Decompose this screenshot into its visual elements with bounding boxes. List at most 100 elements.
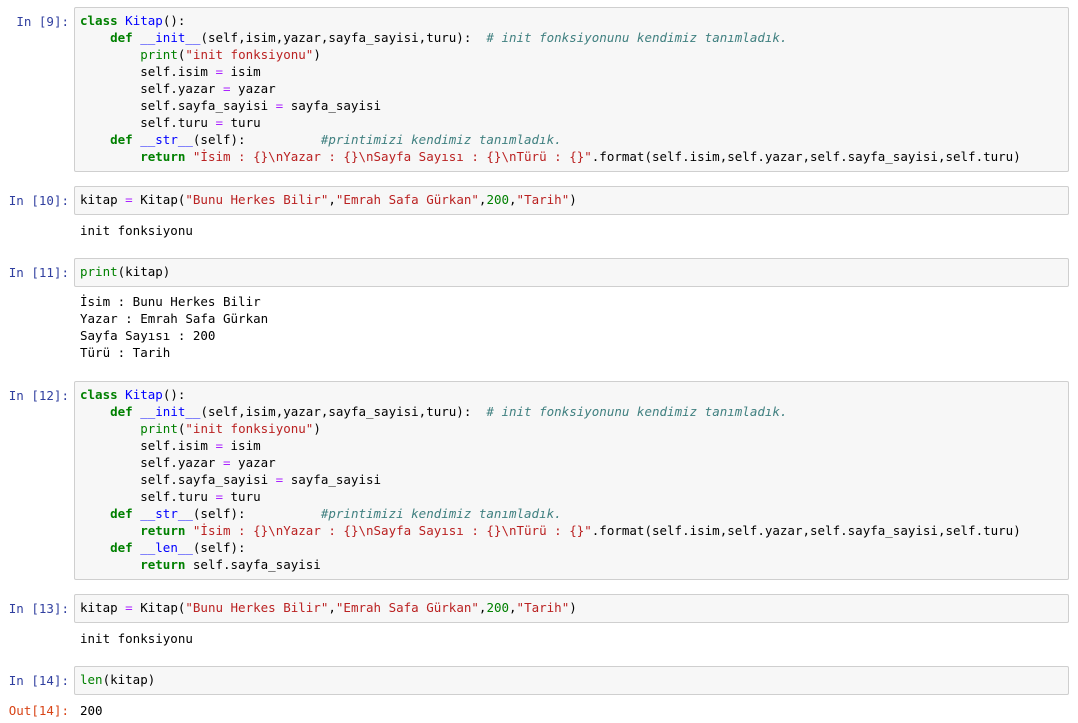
- code-text[interactable]: class Kitap(): def __init__(self,isim,ya…: [80, 386, 1021, 573]
- code-token: def: [110, 404, 133, 419]
- code-text[interactable]: len(kitap): [80, 671, 155, 688]
- code-token: "Bunu Herkes Bilir": [185, 600, 329, 615]
- code-token: =: [125, 192, 133, 207]
- code-token: self.sayfa_sayisi: [80, 98, 276, 113]
- code-text[interactable]: class Kitap(): def __init__(self,isim,ya…: [80, 12, 1021, 165]
- output-line: Yazar : Emrah Safa Gürkan: [80, 311, 269, 326]
- code-token: .format(self.isim,self.yazar,self.sayfa_…: [591, 149, 1021, 164]
- code-editor[interactable]: class Kitap(): def __init__(self,isim,ya…: [74, 7, 1069, 172]
- code-token: Kitap(: [132, 600, 186, 615]
- code-line: print("init fonksiyonu"): [80, 420, 1021, 437]
- code-token: (self,isim,yazar,sayfa_sayisi,turu):: [200, 404, 487, 419]
- code-editor[interactable]: class Kitap(): def __init__(self,isim,ya…: [74, 381, 1069, 580]
- code-token: # init fonksiyonunu kendimiz tanımladık.: [486, 404, 788, 419]
- code-token: ,: [509, 192, 517, 207]
- code-token: =: [125, 600, 133, 615]
- code-token: turu: [223, 489, 261, 504]
- code-token: ): [569, 600, 577, 615]
- code-line: self.yazar = yazar: [80, 80, 1021, 97]
- output-line: init fonksiyonu: [80, 631, 193, 646]
- code-token: =: [215, 438, 223, 453]
- code-token: Kitap(: [132, 192, 186, 207]
- code-token: =: [223, 81, 231, 96]
- code-line: kitap = Kitap("Bunu Herkes Bilir","Emrah…: [80, 599, 577, 616]
- code-editor[interactable]: len(kitap): [74, 666, 1069, 695]
- code-text[interactable]: print(kitap): [80, 263, 170, 280]
- code-token: #printimizi kendimiz tanımladık.: [320, 506, 562, 521]
- code-token: isim: [223, 438, 261, 453]
- code-line: kitap = Kitap("Bunu Herkes Bilir","Emrah…: [80, 191, 577, 208]
- code-token: yazar: [230, 455, 276, 470]
- code-text[interactable]: kitap = Kitap("Bunu Herkes Bilir","Emrah…: [80, 599, 577, 616]
- code-token: (self):: [192, 540, 246, 555]
- input-prompt: In [11]:: [8, 265, 69, 280]
- code-token: "Tarih": [516, 192, 570, 207]
- code-token: self.isim: [80, 438, 216, 453]
- code-editor[interactable]: kitap = Kitap("Bunu Herkes Bilir","Emrah…: [74, 594, 1069, 623]
- cell-output: İsim : Bunu Herkes Bilir Yazar : Emrah Sa…: [80, 293, 268, 361]
- code-editor[interactable]: kitap = Kitap("Bunu Herkes Bilir","Emrah…: [74, 186, 1069, 215]
- code-line: class Kitap():: [80, 386, 1021, 403]
- code-line: class Kitap():: [80, 12, 1021, 29]
- code-token: return: [140, 149, 186, 164]
- code-line: def __str__(self): #printimizi kendimiz …: [80, 131, 1021, 148]
- code-token: return: [140, 557, 186, 572]
- cell-output-value: 200: [80, 703, 103, 718]
- code-token: "init fonksiyonu": [185, 47, 314, 62]
- code-token: __str__: [140, 132, 193, 147]
- code-editor[interactable]: print(kitap): [74, 258, 1069, 287]
- code-token: ,: [328, 600, 336, 615]
- code-token: ():: [162, 13, 186, 28]
- code-token: return: [140, 523, 186, 538]
- code-line: self.sayfa_sayisi = sayfa_sayisi: [80, 97, 1021, 114]
- code-token: sayfa_sayisi: [283, 472, 382, 487]
- code-text[interactable]: kitap = Kitap("Bunu Herkes Bilir","Emrah…: [80, 191, 577, 208]
- code-token: turu: [223, 115, 261, 130]
- code-token: 200: [486, 600, 510, 615]
- code-token: =: [215, 489, 223, 504]
- code-token: (kitap): [117, 264, 171, 279]
- input-prompt: In [9]:: [16, 14, 69, 29]
- code-line: def __init__(self,isim,yazar,sayfa_sayis…: [80, 29, 1021, 46]
- code-line: len(kitap): [80, 671, 155, 688]
- code-token: ():: [162, 387, 186, 402]
- code-line: def __str__(self): #printimizi kendimiz …: [80, 505, 1021, 522]
- code-token: "Tarih": [516, 600, 570, 615]
- code-token: .format(self.isim,self.yazar,self.sayfa_…: [591, 523, 1021, 538]
- code-token: # init fonksiyonunu kendimiz tanımladık.: [486, 30, 788, 45]
- output-line: İsim : Bunu Herkes Bilir: [80, 294, 261, 309]
- code-token: __len__: [140, 540, 193, 555]
- output-line: init fonksiyonu: [80, 223, 193, 238]
- input-prompt: In [12]:: [8, 388, 69, 403]
- code-line: self.turu = turu: [80, 488, 1021, 505]
- code-token: ,: [328, 192, 336, 207]
- code-token: "Emrah Safa Gürkan": [335, 600, 479, 615]
- code-token: def: [110, 132, 133, 147]
- code-line: def __init__(self,isim,yazar,sayfa_sayis…: [80, 403, 1021, 420]
- output-line: Türü : Tarih: [80, 345, 171, 360]
- code-token: ): [569, 192, 577, 207]
- code-token: self.turu: [80, 489, 216, 504]
- code-token: 200: [486, 192, 510, 207]
- code-token: self.sayfa_sayisi: [80, 472, 276, 487]
- code-line: self.yazar = yazar: [80, 454, 1021, 471]
- output-prompt: Out[14]:: [8, 703, 69, 718]
- code-token: class: [80, 13, 118, 28]
- code-line: print(kitap): [80, 263, 170, 280]
- code-line: self.sayfa_sayisi = sayfa_sayisi: [80, 471, 1021, 488]
- input-prompt: In [14]:: [8, 673, 69, 688]
- output-line: Sayfa Sayısı : 200: [80, 328, 216, 343]
- code-token: __init__: [140, 30, 201, 45]
- code-token: sayfa_sayisi: [283, 98, 382, 113]
- cell-output: init fonksiyonu: [80, 222, 193, 239]
- code-token: kitap: [80, 192, 126, 207]
- input-prompt: In [13]:: [8, 601, 69, 616]
- code-token: isim: [223, 64, 261, 79]
